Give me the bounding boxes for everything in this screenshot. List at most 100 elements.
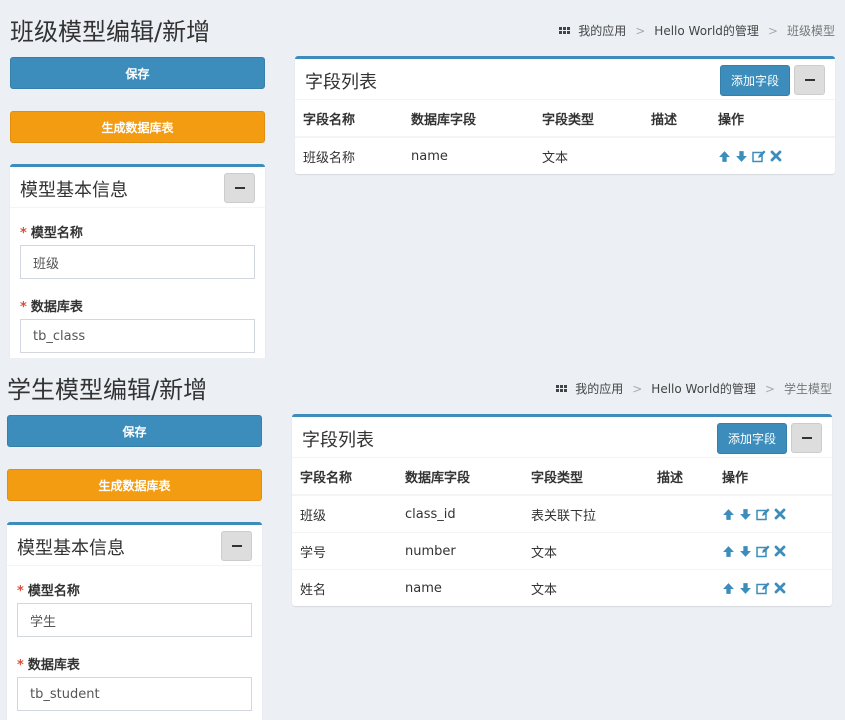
table-row: 班级 class_id 表关联下拉 bbox=[292, 494, 832, 533]
box-header: 模型基本信息 bbox=[10, 167, 265, 208]
breadcrumb-separator: > bbox=[764, 381, 775, 396]
db-table-label: * 数据库表 bbox=[20, 300, 83, 315]
cell-field-name: 学号 bbox=[292, 532, 397, 570]
field-list-box: 字段列表 添加字段 字段名称 数据库字段 字段类型 描述 操作 班级 class… bbox=[292, 414, 832, 606]
cell-db-field: name bbox=[397, 569, 523, 606]
db-table-label: * 数据库表 bbox=[17, 658, 80, 673]
breadcrumb-link-my-apps[interactable]: 我的应用 bbox=[578, 22, 626, 39]
cell-actions bbox=[710, 136, 835, 174]
collapse-button[interactable] bbox=[221, 531, 252, 561]
arrow-down-icon[interactable] bbox=[735, 150, 748, 163]
db-table-input[interactable] bbox=[20, 319, 255, 353]
column-header: 描述 bbox=[649, 458, 714, 496]
cell-field-name: 班级名称 bbox=[295, 136, 403, 174]
table-header-row: 字段名称 数据库字段 字段类型 描述 操作 bbox=[295, 100, 835, 138]
cell-actions bbox=[714, 569, 832, 606]
required-mark: * bbox=[20, 226, 27, 241]
field-list-box: 字段列表 添加字段 字段名称 数据库字段 字段类型 描述 操作 班级名称 nam… bbox=[295, 56, 835, 174]
column-header: 操作 bbox=[714, 458, 832, 496]
arrow-down-icon[interactable] bbox=[739, 582, 752, 595]
collapse-button[interactable] bbox=[224, 173, 255, 203]
model-name-label: * 模型名称 bbox=[17, 584, 80, 599]
edit-icon[interactable] bbox=[752, 150, 766, 163]
arrow-up-icon[interactable] bbox=[722, 545, 735, 558]
minus-icon bbox=[231, 545, 242, 547]
add-field-button[interactable]: 添加字段 bbox=[717, 423, 787, 454]
breadcrumb: 我的应用 > Hello World的管理 > 学生模型 bbox=[556, 380, 832, 397]
column-header: 字段名称 bbox=[295, 100, 403, 138]
box-header: 模型基本信息 bbox=[7, 525, 262, 566]
arrow-down-icon[interactable] bbox=[739, 508, 752, 521]
minus-icon bbox=[804, 79, 815, 81]
breadcrumb-current: 班级模型 bbox=[786, 24, 835, 38]
cell-db-field: number bbox=[397, 532, 523, 570]
cell-description bbox=[649, 494, 714, 533]
db-table-input[interactable] bbox=[17, 677, 252, 711]
cell-db-field: class_id bbox=[397, 494, 523, 533]
box-header: 字段列表 添加字段 bbox=[295, 59, 835, 100]
save-button[interactable]: 保存 bbox=[7, 415, 262, 447]
cell-field-name: 班级 bbox=[292, 494, 397, 533]
column-header: 描述 bbox=[643, 100, 710, 138]
box-header: 字段列表 添加字段 bbox=[292, 417, 832, 458]
box-title: 字段列表 bbox=[302, 430, 374, 451]
breadcrumb-separator: > bbox=[767, 23, 778, 38]
generate-db-table-button[interactable]: 生成数据库表 bbox=[10, 111, 265, 143]
field-table: 字段名称 数据库字段 字段类型 描述 操作 班级 class_id 表关联下拉 bbox=[292, 458, 832, 606]
arrow-down-icon[interactable] bbox=[739, 545, 752, 558]
collapse-button[interactable] bbox=[794, 65, 825, 95]
breadcrumb-separator: > bbox=[635, 23, 646, 38]
edit-icon[interactable] bbox=[756, 545, 770, 558]
arrow-up-icon[interactable] bbox=[722, 582, 735, 595]
edit-icon[interactable] bbox=[756, 582, 770, 595]
column-header: 字段名称 bbox=[292, 458, 397, 496]
delete-icon[interactable] bbox=[770, 150, 782, 162]
arrow-up-icon[interactable] bbox=[718, 150, 731, 163]
column-header: 字段类型 bbox=[534, 100, 643, 138]
edit-icon[interactable] bbox=[756, 508, 770, 521]
save-button[interactable]: 保存 bbox=[10, 57, 265, 89]
add-field-button[interactable]: 添加字段 bbox=[720, 65, 790, 96]
panel-class-model: 班级模型编辑/新增 我的应用 > Hello World的管理 > 班级模型 保… bbox=[0, 0, 845, 358]
box-title: 模型基本信息 bbox=[20, 180, 128, 201]
delete-icon[interactable] bbox=[774, 508, 786, 520]
arrow-up-icon[interactable] bbox=[722, 508, 735, 521]
cell-actions bbox=[714, 494, 832, 533]
box-title: 模型基本信息 bbox=[17, 538, 125, 559]
table-header-row: 字段名称 数据库字段 字段类型 描述 操作 bbox=[292, 458, 832, 496]
model-info-box: 模型基本信息 *模型名称 *数据库表 bbox=[7, 522, 262, 720]
column-header: 数据库字段 bbox=[397, 458, 523, 496]
required-mark: * bbox=[17, 584, 24, 599]
box-title: 字段列表 bbox=[305, 72, 377, 93]
breadcrumb-link-hello-world[interactable]: Hello World的管理 bbox=[651, 380, 756, 397]
page-title: 学生模型编辑/新增 bbox=[7, 376, 208, 404]
model-info-box: 模型基本信息 *模型名称 *数据库表 bbox=[10, 164, 265, 358]
breadcrumb-link-my-apps[interactable]: 我的应用 bbox=[575, 380, 623, 397]
cell-field-type: 表关联下拉 bbox=[523, 494, 649, 533]
minus-icon bbox=[234, 187, 245, 189]
model-name-label: * 模型名称 bbox=[20, 226, 83, 241]
breadcrumb-current: 学生模型 bbox=[783, 382, 832, 396]
delete-icon[interactable] bbox=[774, 545, 786, 557]
cell-description bbox=[649, 569, 714, 606]
cell-field-type: 文本 bbox=[534, 136, 643, 174]
required-mark: * bbox=[17, 658, 24, 673]
cell-description bbox=[643, 136, 710, 174]
table-row: 学号 number 文本 bbox=[292, 532, 832, 570]
breadcrumb-separator: > bbox=[632, 381, 643, 396]
cell-field-name: 姓名 bbox=[292, 569, 397, 606]
generate-db-table-button[interactable]: 生成数据库表 bbox=[7, 469, 262, 501]
panel-student-model: 学生模型编辑/新增 我的应用 > Hello World的管理 > 学生模型 保… bbox=[0, 358, 845, 720]
delete-icon[interactable] bbox=[774, 582, 786, 594]
collapse-button[interactable] bbox=[791, 423, 822, 453]
page-title: 班级模型编辑/新增 bbox=[10, 18, 211, 46]
column-header: 字段类型 bbox=[523, 458, 649, 496]
cell-field-type: 文本 bbox=[523, 569, 649, 606]
column-header: 操作 bbox=[710, 100, 835, 138]
cell-field-type: 文本 bbox=[523, 532, 649, 570]
model-name-input[interactable] bbox=[20, 245, 255, 279]
column-header: 数据库字段 bbox=[403, 100, 534, 138]
model-name-input[interactable] bbox=[17, 603, 252, 637]
cell-description bbox=[649, 532, 714, 570]
breadcrumb-link-hello-world[interactable]: Hello World的管理 bbox=[654, 22, 759, 39]
